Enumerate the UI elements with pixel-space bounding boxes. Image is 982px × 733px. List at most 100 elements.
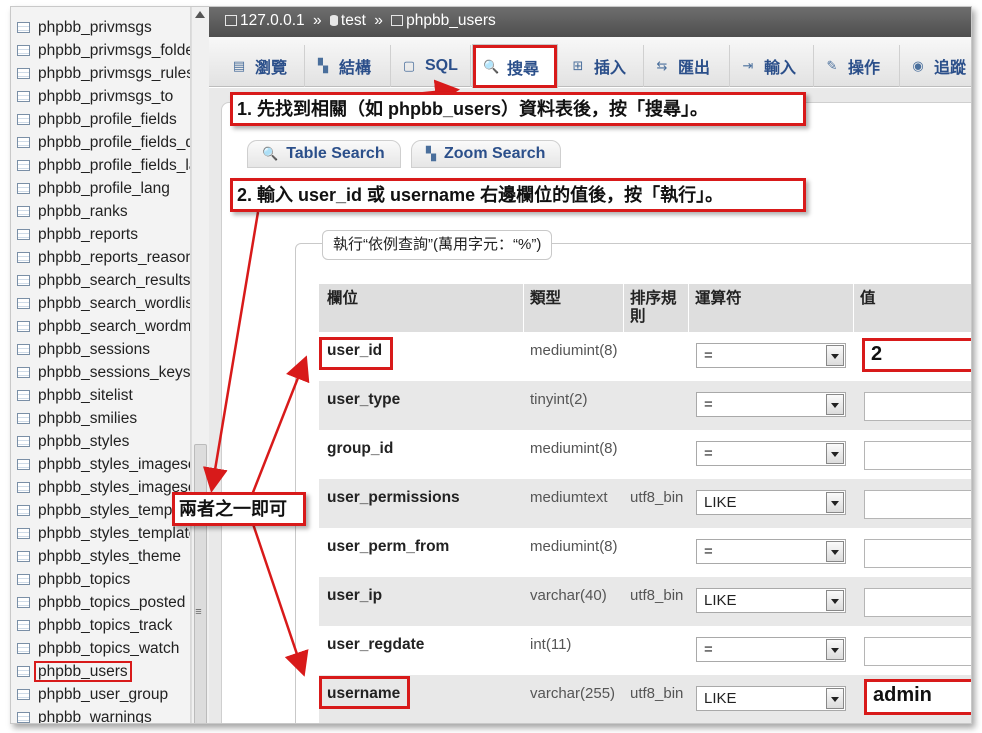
- sidebar-item[interactable]: phpbb_profile_lang: [17, 177, 190, 200]
- breadcrumb-database[interactable]: test: [341, 12, 366, 29]
- value-input[interactable]: [864, 392, 971, 421]
- server-icon: [225, 15, 237, 26]
- table-icon: [17, 482, 30, 493]
- sidebar-item[interactable]: phpbb_profile_fields: [17, 108, 190, 131]
- tab-operations[interactable]: ✎ 操作: [814, 45, 900, 87]
- chevron-down-icon[interactable]: [826, 443, 844, 464]
- table-icon: [17, 45, 30, 56]
- sidebar-item[interactable]: phpbb_privmsgs_folder: [17, 39, 190, 62]
- sidebar-item[interactable]: phpbb_sessions: [17, 338, 190, 361]
- sidebar-item[interactable]: phpbb_ranks: [17, 200, 190, 223]
- scroll-up-arrow-icon[interactable]: [195, 11, 205, 18]
- value-input[interactable]: [864, 637, 971, 666]
- sidebar-item[interactable]: phpbb_privmsgs_to: [17, 85, 190, 108]
- value-input[interactable]: [864, 539, 971, 568]
- operator-select[interactable]: =: [696, 392, 846, 417]
- sidebar-item[interactable]: phpbb_styles_template_data: [17, 522, 190, 545]
- table-icon: [17, 367, 30, 378]
- sidebar-item[interactable]: phpbb_styles_template: [17, 499, 190, 522]
- operator-select[interactable]: LIKE: [696, 490, 846, 515]
- sidebar-item[interactable]: phpbb_styles_imageset_data: [17, 476, 190, 499]
- value-input[interactable]: admin: [864, 679, 971, 715]
- chevron-down-icon[interactable]: [826, 492, 844, 513]
- tab-browse[interactable]: ▤ 瀏覽: [221, 45, 305, 87]
- sidebar-item[interactable]: phpbb_privmsgs: [17, 16, 190, 39]
- field-type: mediumint(8): [530, 440, 618, 457]
- table-icon: [17, 22, 30, 33]
- column-divider: [853, 284, 854, 332]
- value-input[interactable]: [864, 441, 971, 470]
- sidebar-scrollbar[interactable]: ≡: [191, 7, 209, 723]
- tab-import[interactable]: ⇥ 輸入: [730, 45, 814, 87]
- sidebar-item[interactable]: phpbb_search_results: [17, 269, 190, 292]
- tab-search[interactable]: 🔍 搜尋: [472, 44, 558, 88]
- value-input[interactable]: [864, 490, 971, 519]
- column-divider: [623, 284, 624, 332]
- operator-select[interactable]: =: [696, 637, 846, 662]
- table-icon: [17, 689, 30, 700]
- sidebar-item[interactable]: phpbb_topics_posted: [17, 591, 190, 614]
- sidebar-item[interactable]: phpbb_user_group: [17, 683, 190, 706]
- breadcrumb-separator: »: [312, 12, 322, 29]
- tab-tracking[interactable]: ◉ 追蹤: [900, 45, 971, 87]
- sidebar-item[interactable]: phpbb_topics_track: [17, 614, 190, 637]
- operator-select[interactable]: =: [696, 441, 846, 466]
- chevron-down-icon[interactable]: [826, 394, 844, 415]
- value-input[interactable]: 2: [862, 338, 971, 372]
- sidebar-item[interactable]: phpbb_styles_imageset: [17, 453, 190, 476]
- tab-insert[interactable]: ⊞ 插入: [560, 45, 644, 87]
- breadcrumb-server[interactable]: 127.0.0.1: [240, 12, 305, 29]
- scrollbar-thumb[interactable]: [194, 444, 207, 723]
- sidebar-item[interactable]: phpbb_warnings: [17, 706, 190, 723]
- table-icon: [17, 505, 30, 516]
- sidebar-item[interactable]: phpbb_styles: [17, 430, 190, 453]
- operator-select[interactable]: LIKE: [696, 686, 846, 711]
- operator-select[interactable]: =: [696, 343, 846, 368]
- sidebar-item[interactable]: phpbb_search_wordmatch: [17, 315, 190, 338]
- table-icon: [17, 574, 30, 585]
- chevron-down-icon[interactable]: [826, 688, 844, 709]
- sidebar-item[interactable]: phpbb_profile_fields_lang: [17, 154, 190, 177]
- sidebar-item[interactable]: phpbb_topics: [17, 568, 190, 591]
- column-divider: [523, 284, 524, 332]
- table-row: user_regdate int(11) =: [319, 626, 971, 675]
- table-list-sidebar: phpbb_privmsgs phpbb_privmsgs_folder php…: [11, 7, 191, 723]
- sidebar-item[interactable]: phpbb_topics_watch: [17, 637, 190, 660]
- table-row: user_perm_from mediumint(8) =: [319, 528, 971, 577]
- operator-select[interactable]: LIKE: [696, 588, 846, 613]
- sidebar-item[interactable]: phpbb_reports_reasons: [17, 246, 190, 269]
- tab-export[interactable]: ⇆ 匯出: [644, 45, 730, 87]
- subtab-table-search[interactable]: 🔍 Table Search: [247, 140, 401, 168]
- sidebar-item[interactable]: phpbb_search_wordlist: [17, 292, 190, 315]
- sidebar-item[interactable]: phpbb_reports: [17, 223, 190, 246]
- table-icon: [17, 620, 30, 631]
- search-icon: 🔍: [262, 146, 279, 161]
- sidebar-item[interactable]: phpbb_sitelist: [17, 384, 190, 407]
- annotation-either: 兩者之一即可: [172, 492, 306, 526]
- sidebar-item[interactable]: phpbb_privmsgs_rules: [17, 62, 190, 85]
- table-row: user_ip varchar(40) utf8_bin LIKE: [319, 577, 971, 626]
- search-icon: 🔍: [483, 58, 500, 74]
- breadcrumb-table[interactable]: phpbb_users: [406, 12, 496, 29]
- chevron-down-icon[interactable]: [826, 639, 844, 660]
- sidebar-item-active[interactable]: phpbb_users: [17, 660, 190, 683]
- breadcrumb-separator: »: [374, 12, 383, 29]
- sidebar-item[interactable]: phpbb_profile_fields_data: [17, 131, 190, 154]
- operator-select[interactable]: =: [696, 539, 846, 564]
- table-icon: [17, 137, 30, 148]
- field-type: mediumtext: [530, 489, 608, 506]
- field-type: varchar(40): [530, 587, 607, 604]
- tab-sql[interactable]: ▢ SQL: [391, 45, 471, 87]
- field-collation: utf8_bin: [630, 685, 684, 702]
- header-field: 欄位: [327, 290, 359, 307]
- field-name: user_permissions: [327, 489, 460, 506]
- sidebar-item[interactable]: phpbb_smilies: [17, 407, 190, 430]
- chevron-down-icon[interactable]: [826, 590, 844, 611]
- value-input[interactable]: [864, 588, 971, 617]
- subtab-zoom-search[interactable]: ▚ Zoom Search: [411, 140, 561, 168]
- chevron-down-icon[interactable]: [826, 345, 844, 366]
- tab-structure[interactable]: ▚ 結構: [305, 45, 391, 87]
- chevron-down-icon[interactable]: [826, 541, 844, 562]
- sidebar-item[interactable]: phpbb_styles_theme: [17, 545, 190, 568]
- sidebar-item[interactable]: phpbb_sessions_keys: [17, 361, 190, 384]
